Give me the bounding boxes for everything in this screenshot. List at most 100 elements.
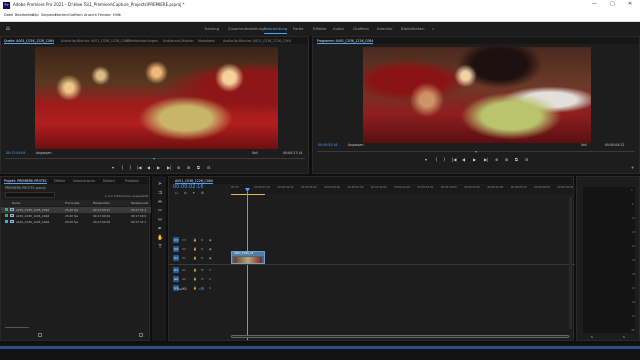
program-extract-button[interactable]: ⊞ [505, 157, 508, 162]
razor-tool-icon[interactable]: ✂ [157, 208, 163, 214]
menu-sequence[interactable]: Sequenz [41, 13, 56, 17]
source-video-frame[interactable] [35, 47, 278, 149]
tab-history[interactable]: Protokoll [125, 179, 139, 183]
program-export-frame-button[interactable]: ⧉ [515, 157, 518, 162]
program-fit-dropdown[interactable]: Anpassen [348, 143, 363, 147]
workspace-libraries[interactable]: Bibliotheken [401, 26, 425, 31]
mute-icon[interactable]: M [201, 268, 204, 272]
program-step-back-button[interactable]: ◀ [462, 157, 465, 162]
program-video-frame[interactable] [363, 47, 591, 143]
tab-project[interactable]: Projekt: PREMIERE-PROTEC [4, 179, 48, 184]
track-target-button[interactable]: V3 [173, 237, 179, 243]
workspace-more-icon[interactable]: » [432, 26, 434, 31]
menu-graphics[interactable]: Grafiken [68, 13, 83, 17]
trash-icon[interactable] [139, 333, 143, 337]
program-playhead-icon[interactable]: ▾ [475, 149, 477, 154]
tab-info[interactable]: Informationen [73, 179, 95, 183]
workspace-color[interactable]: Farbe [293, 26, 303, 31]
tab-metadata[interactable]: Metadaten [198, 39, 215, 43]
program-marker-button[interactable]: ▾ [425, 157, 427, 162]
source-mark-out-button[interactable]: } [129, 165, 132, 170]
program-go-out-button[interactable]: ▶| [484, 157, 488, 162]
track-target-button[interactable]: A2 [173, 276, 179, 282]
menu-markers[interactable]: Marken [55, 13, 68, 17]
type-tool-icon[interactable]: T [157, 244, 163, 250]
timeline-scrollbar-thumb[interactable] [231, 335, 569, 338]
menu-window[interactable]: Fenster [98, 13, 111, 17]
solo-icon[interactable]: S [209, 286, 211, 290]
ripple-edit-tool-icon[interactable]: ⇹ [157, 199, 163, 205]
menu-clip[interactable]: Clip [32, 13, 39, 17]
video-clip-v1[interactable]: A001_C036_12 [231, 251, 265, 264]
timeline-settings-icon[interactable]: ⚙ [201, 191, 204, 195]
tab-markers[interactable]: Marken [103, 179, 115, 183]
source-mark-in-button[interactable]: { [121, 165, 124, 170]
workspace-assembly[interactable]: Zusammenstellung [228, 26, 265, 31]
source-marker-button[interactable]: ▾ [112, 165, 114, 170]
project-search-input[interactable] [5, 192, 55, 198]
audio-track-header[interactable]: A1 A1 🔒 M S [169, 266, 229, 275]
source-export-frame-button[interactable]: ⧉ [197, 165, 200, 170]
tab-effects[interactable]: Effekte [54, 179, 65, 183]
column-media-end[interactable]: Medienende [131, 201, 148, 205]
project-list-item[interactable]: A001_C036_1226_C064 25,00 fps 00:17:04:09 0… [1, 219, 151, 225]
timeline-vertical-scrollbar[interactable] [569, 197, 572, 329]
menu-view[interactable]: Ansicht [84, 13, 97, 17]
video-track-header[interactable]: V1 V1 🔒 ⇆ ◉ [169, 254, 229, 263]
workspace-training[interactable]: Training [204, 26, 219, 31]
lock-icon[interactable]: 🔒 [193, 256, 197, 260]
track-target-button[interactable]: A1 [173, 267, 179, 273]
eye-icon[interactable]: ◉ [209, 256, 212, 260]
track-target-button[interactable]: V2 [173, 246, 179, 252]
lock-icon[interactable]: 🔒 [193, 268, 197, 272]
label-color-swatch[interactable] [5, 220, 8, 223]
workspace-audio[interactable]: Audio [333, 26, 344, 31]
program-go-in-button[interactable]: |◀ [452, 157, 456, 162]
source-timecode-in[interactable]: 00:17:04:09 [6, 151, 25, 155]
video-track-header[interactable]: V2 V2 🔒 ⇆ ◉ [169, 245, 229, 254]
workspace-editing[interactable]: Bearbeitung [264, 26, 288, 34]
lock-icon[interactable]: 🔒 [193, 247, 197, 251]
source-go-out-button[interactable]: ▶| [167, 165, 171, 170]
source-overwrite-button[interactable]: ⊞ [187, 165, 190, 170]
workspace-graphics[interactable]: Grafiken [353, 26, 369, 31]
tab-program[interactable]: Programm: A001_C036_1226_C064 [317, 39, 374, 44]
hand-tool-icon[interactable]: ✋ [157, 235, 163, 241]
audio-track-header[interactable]: A2 A2 🔒 M S [169, 275, 229, 284]
eye-icon[interactable]: ◉ [209, 247, 212, 251]
timeline-timecode[interactable]: 00:00:02:16 [173, 184, 204, 190]
program-quality-dropdown[interactable]: Voll [581, 143, 587, 147]
program-mark-in-button[interactable]: { [435, 157, 438, 162]
source-fit-dropdown[interactable]: Anpassen [36, 151, 51, 155]
lock-icon[interactable]: 🔒 [193, 286, 197, 290]
track-target-button[interactable]: V1 [173, 255, 179, 261]
linked-selection-icon[interactable]: ⊘ [184, 191, 187, 195]
minimize-button[interactable]: — [592, 1, 597, 7]
menu-help[interactable]: Hilfe [113, 13, 121, 17]
source-playhead-icon[interactable]: ▾ [153, 156, 155, 161]
column-framerate[interactable]: Framerate [65, 201, 79, 205]
tab-sequence[interactable]: A001_C036_1226_C064 [175, 179, 213, 184]
work-area-bar[interactable] [231, 194, 265, 195]
meter-solo-right[interactable]: S [623, 335, 625, 339]
column-name[interactable]: Name [12, 201, 20, 205]
track-divider[interactable] [169, 264, 575, 265]
workspace-interlink[interactable]: Interlink [377, 26, 393, 31]
project-zoom-slider[interactable] [5, 327, 29, 328]
tab-source[interactable]: Quelle: A001_C036_1226_C064 [4, 39, 55, 44]
selection-tool-icon[interactable]: ➤ [157, 181, 163, 187]
eye-icon[interactable]: ◉ [209, 238, 212, 242]
meter-solo-left[interactable]: S [591, 335, 593, 339]
pen-tool-icon[interactable]: ✒ [157, 226, 163, 232]
program-lift-button[interactable]: ⊕ [495, 157, 498, 162]
program-timecode-in[interactable]: 00:00:02:16 [318, 143, 337, 147]
source-settings-button[interactable]: ⊟ [207, 165, 210, 170]
program-play-button[interactable]: ▶ [473, 157, 476, 162]
lock-icon[interactable]: 🔒 [193, 238, 197, 242]
maximize-button[interactable]: ▢ [610, 1, 615, 7]
home-icon[interactable]: ⌂ [6, 25, 13, 32]
lock-icon[interactable]: 🔒 [193, 277, 197, 281]
tab-audio-clip-mixer-2[interactable]: Audioclip-Mischer: A001_C036_1226_C064 [223, 39, 291, 43]
slip-tool-icon[interactable]: ↔ [157, 217, 163, 223]
snap-icon[interactable]: ⊔ [175, 191, 178, 195]
